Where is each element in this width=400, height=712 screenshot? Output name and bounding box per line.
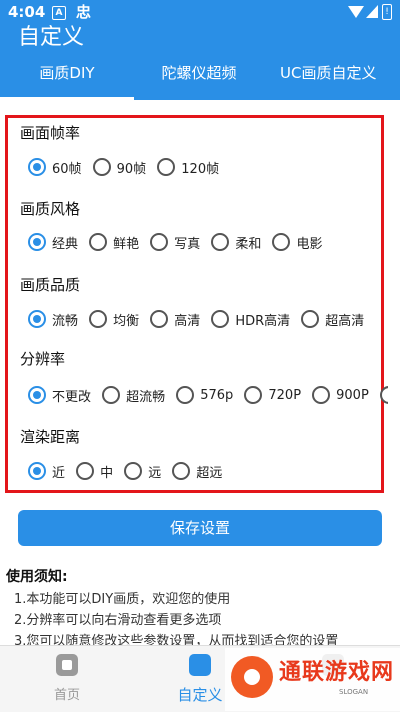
radio-option[interactable]: 900P [312,382,369,408]
radio-option[interactable]: 720P [244,382,301,408]
radio-option[interactable]: 电影 [272,229,322,255]
radio-option[interactable]: 中 [76,458,113,484]
signal-icon [366,5,378,18]
radio-option[interactable]: 60帧 [28,154,82,180]
radio-option[interactable]: 鲜艳 [89,229,139,255]
radio-unchecked-icon[interactable] [150,233,169,251]
battery-icon: ! [382,4,392,20]
watermark-slogan: SLOGAN [339,688,369,696]
site-watermark: 通联游戏网 SLOGAN [225,648,400,711]
radio-checked-icon[interactable] [28,233,46,251]
radio-option[interactable] [379,382,388,408]
status-time: 4:04 [8,3,46,21]
page-title: 自定义 [18,25,85,50]
tab-quality-diy[interactable]: 画质DIY [0,58,134,100]
notification-app-icon: 忠 [76,3,92,21]
radio-option[interactable]: 流畅 [28,306,78,332]
radio-checked-icon[interactable] [28,310,46,328]
radio-checked-icon[interactable] [28,462,46,480]
active-tab-indicator [0,97,134,100]
radio-unchecked-icon[interactable] [272,233,291,251]
usage-notes-title: 使用须知: [6,569,68,585]
section-title-render-distance: 渲染距离 [20,428,81,446]
radio-checked-icon[interactable] [28,386,46,404]
radio-unchecked-icon[interactable] [379,386,388,404]
options-resolution[interactable]: 不更改 超流畅 576p 720P 900P [28,382,388,408]
radio-option[interactable]: HDR高清 [211,306,290,332]
tab-bar: 画质DIY 陀螺仪超频 UC画质自定义 [0,58,400,100]
watermark-text: 通联游戏网 [279,660,395,685]
usage-note-item: 1.本功能可以DIY画质，欢迎您的使用 [14,592,231,607]
nav-item-home[interactable]: 首页 [0,646,134,712]
options-render-distance: 近 中 远 超远 [28,458,388,484]
radio-option[interactable]: 均衡 [89,306,139,332]
tab-gyro-overclock[interactable]: 陀螺仪超频 [134,58,264,100]
radio-unchecked-icon[interactable] [89,310,108,328]
radio-option[interactable]: 经典 [28,229,78,255]
watermark-logo-icon [231,656,273,698]
radio-unchecked-icon[interactable] [312,386,331,404]
nav-label-home: 首页 [53,688,80,703]
notification-a-icon: A [52,6,66,20]
radio-option[interactable]: 近 [28,458,65,484]
radio-unchecked-icon[interactable] [211,310,230,328]
radio-option[interactable]: 不更改 [28,382,91,408]
radio-option[interactable]: 120帧 [157,154,219,180]
radio-unchecked-icon[interactable] [176,386,195,404]
options-framerate: 60帧 90帧 120帧 [28,154,388,180]
radio-option[interactable]: 90帧 [92,154,146,180]
radio-unchecked-icon[interactable] [150,310,169,328]
radio-unchecked-icon[interactable] [76,462,95,480]
options-style: 经典 鲜艳 写真 柔和 电影 [28,229,388,255]
radio-option[interactable]: 高清 [150,306,200,332]
radio-unchecked-icon[interactable] [211,233,230,251]
radio-checked-icon[interactable] [28,158,46,176]
section-title-style: 画质风格 [20,200,81,218]
app-header: 4:04 A 忠 ! 自定义 画质DIY 陀螺仪超频 UC画质自定义 [0,0,400,100]
tab-uc-quality[interactable]: UC画质自定义 [280,58,390,100]
radio-option[interactable]: 超高清 [301,306,364,332]
status-bar: 4:04 A 忠 ! [0,0,400,24]
section-title-resolution: 分辨率 [20,350,66,368]
custom-icon [189,654,211,676]
options-quality: 流畅 均衡 高清 HDR高清 超高清 [28,306,388,332]
save-settings-button[interactable]: 保存设置 [18,510,382,546]
radio-unchecked-icon[interactable] [124,462,143,480]
radio-option[interactable]: 柔和 [211,229,261,255]
radio-option[interactable]: 远 [124,458,161,484]
section-title-quality: 画质品质 [20,276,81,294]
radio-unchecked-icon[interactable] [102,386,121,404]
radio-unchecked-icon[interactable] [172,462,191,480]
radio-unchecked-icon[interactable] [244,386,263,404]
radio-unchecked-icon[interactable] [301,310,320,328]
radio-option[interactable]: 写真 [150,229,200,255]
radio-unchecked-icon[interactable] [89,233,108,251]
settings-panel: 画面帧率 60帧 90帧 120帧 画质风格 经典 鲜艳 写真 柔和 电影 画质… [5,115,388,493]
home-icon [56,654,78,676]
usage-note-item: 2.分辨率可以向右滑动查看更多选项 [14,613,222,628]
radio-unchecked-icon[interactable] [92,158,111,176]
radio-option[interactable]: 576p [176,382,233,408]
radio-option[interactable]: 超流畅 [102,382,165,408]
radio-option[interactable]: 超远 [172,458,222,484]
radio-unchecked-icon[interactable] [157,158,176,176]
wifi-icon [348,6,364,18]
section-title-framerate: 画面帧率 [20,124,81,142]
